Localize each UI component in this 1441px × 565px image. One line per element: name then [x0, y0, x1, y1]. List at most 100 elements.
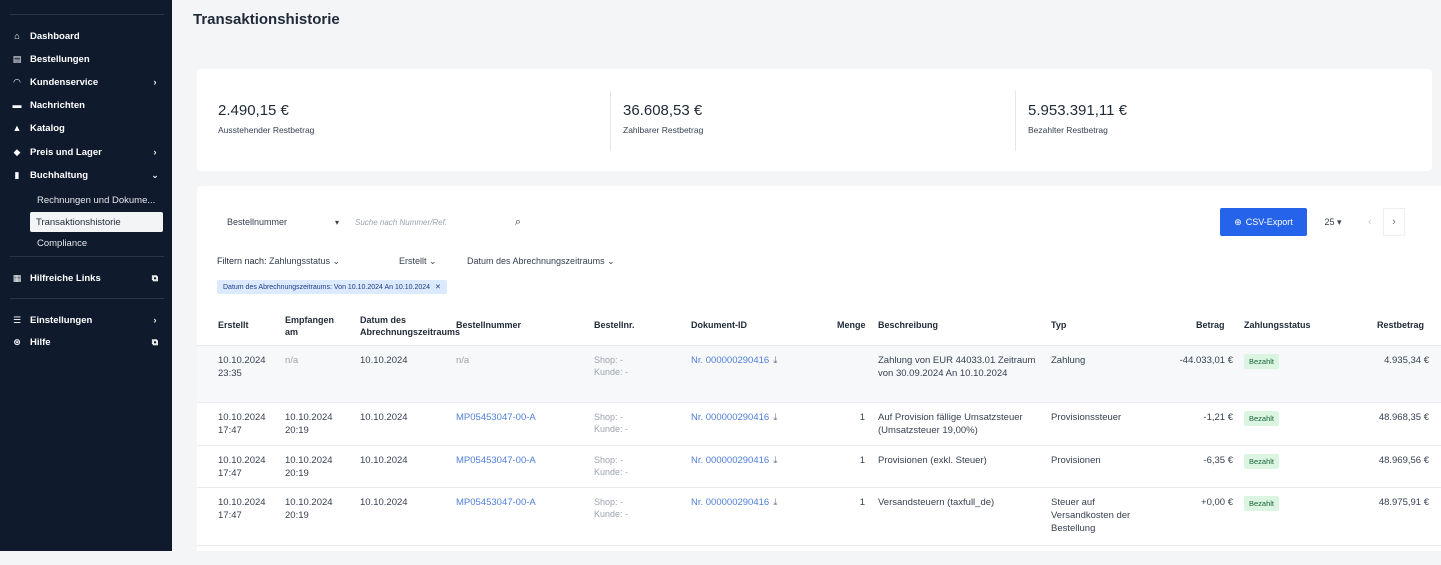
cell-customer: Kunde: - — [594, 424, 629, 434]
cell-billing-date: 10.10.2024 — [360, 412, 408, 423]
sidebar-item-accounting[interactable]: ▮ Buchhaltung ⌄ — [8, 164, 164, 186]
filter-billing-period[interactable]: Datum des Abrechnungszeitraums ⌄ — [467, 256, 615, 267]
cell-billing-date: 10.10.2024 — [360, 455, 408, 466]
cell-document-id[interactable]: Nr. 000000290416 ⤓ — [691, 496, 777, 509]
sidebar-item-label: Hilfreiche Links — [30, 272, 101, 284]
column-header-received[interactable]: Empfangen am — [285, 314, 345, 338]
download-icon[interactable]: ⤓ — [773, 497, 777, 508]
cell-created: 10.10.2024 17:47 — [218, 497, 266, 521]
cell-order-number: n/a — [456, 355, 470, 366]
column-header-payment-status[interactable]: Zahlungsstatus — [1244, 319, 1311, 331]
cell-created: 10.10.2024 17:47 — [218, 412, 266, 436]
sidebar-item-label: Hilfe — [30, 336, 51, 348]
csv-export-label: CSV-Export — [1245, 217, 1293, 227]
chevron-right-icon: › — [153, 147, 157, 157]
cell-customer: Kunde: - — [594, 367, 629, 377]
cell-document-id[interactable]: Nr. 000000290416 ⤓ — [691, 454, 777, 467]
home-icon: ⌂ — [14, 31, 20, 41]
cell-amount: -1,21 € — [1203, 412, 1233, 423]
sidebar-item-label: Buchhaltung — [30, 169, 89, 181]
cell-order-number[interactable]: MP05453047-00-A — [456, 496, 536, 509]
sidebar-item-help[interactable]: ⊛ Hilfe ⧉ — [8, 331, 164, 353]
prev-page-button[interactable]: ‹ — [1359, 208, 1381, 236]
sidebar-subitem-compliance[interactable]: Compliance — [30, 233, 163, 253]
cell-quantity: 1 — [859, 455, 865, 466]
table-row[interactable]: 10.10.2024 17:47 10.10.2024 20:19 10.10.… — [197, 488, 1441, 546]
filter-created[interactable]: Erstellt ⌄ — [399, 256, 437, 267]
column-header-order-no[interactable]: Bestellnr. — [594, 319, 635, 331]
search-input[interactable]: Suche nach Nummer/Ref. ⌕ — [347, 210, 527, 234]
cell-order-number[interactable]: MP05453047-00-A — [456, 454, 536, 467]
cell-type: Zahlung — [1051, 355, 1086, 366]
cell-order-number[interactable]: MP05453047-00-A — [456, 411, 536, 424]
stat-label: Bezahlter Restbetrag — [1028, 125, 1108, 135]
stat-payable: 36.608,53 € Zahlbarer Restbetrag — [623, 102, 703, 135]
close-icon[interactable]: ✕ — [435, 283, 441, 291]
filter-payment-status[interactable]: Zahlungsstatus ⌄ — [269, 256, 340, 267]
search-icon[interactable]: ⌕ — [515, 216, 521, 229]
external-link-icon: ⧉ — [151, 272, 159, 283]
status-badge: Bezahlt — [1244, 496, 1280, 511]
download-icon[interactable]: ⤓ — [773, 412, 777, 423]
sidebar-item-orders[interactable]: ▤ Bestellungen — [8, 48, 164, 70]
stat-divider — [610, 91, 611, 151]
document-link[interactable]: Nr. 000000290416 — [691, 455, 769, 466]
column-header-remaining[interactable]: Restbetrag — [1377, 319, 1424, 331]
column-header-created[interactable]: Erstellt — [218, 319, 249, 331]
sliders-icon: ☰ — [12, 314, 22, 325]
document-link[interactable]: Nr. 000000290416 — [691, 497, 769, 508]
sidebar-item-label: Katalog — [30, 122, 65, 134]
sidebar: ⌂ Dashboard ▤ Bestellungen ◠ Kundenservi… — [0, 0, 172, 551]
status-badge: Bezahlt — [1244, 411, 1280, 426]
cell-received: 10.10.2024 20:19 — [285, 455, 333, 479]
cell-description: Zahlung von EUR 44033.01 Zeitraum von 30… — [878, 355, 1036, 379]
sidebar-item-helpful-links[interactable]: ▦ Hilfreiche Links ⧉ — [8, 267, 164, 289]
sidebar-item-settings[interactable]: ☰ Einstellungen › — [8, 309, 164, 331]
column-header-document-id[interactable]: Dokument-ID — [691, 319, 747, 331]
sidebar-subitem-transaction-history[interactable]: Transaktionshistorie — [30, 212, 163, 232]
external-link-icon: ⧉ — [151, 336, 159, 347]
stat-outstanding: 2.490,15 € Ausstehender Restbetrag — [218, 102, 314, 135]
stat-divider — [1015, 91, 1016, 151]
document-link[interactable]: Nr. 000000290416 — [691, 412, 769, 423]
sidebar-item-label: Dashboard — [30, 30, 80, 42]
table-row[interactable]: 10.10.2024 23:35 n/a 10.10.2024 n/a Shop… — [197, 346, 1441, 403]
balance-summary-card: 2.490,15 € Ausstehender Restbetrag 36.60… — [197, 69, 1432, 171]
stat-label: Zahlbarer Restbetrag — [623, 125, 704, 135]
download-icon[interactable]: ⤓ — [773, 355, 777, 366]
page-size-select[interactable]: 25 ▾ — [1313, 208, 1353, 236]
cell-document-id[interactable]: Nr. 000000290416 ⤓ — [691, 411, 777, 424]
cell-document-id[interactable]: Nr. 000000290416 ⤓ — [691, 354, 777, 367]
search-field-select[interactable]: Bestellnummer ▾ — [217, 210, 347, 234]
table-row[interactable]: 10.10.2024 17:47 10.10.2024 20:19 10.10.… — [197, 446, 1441, 488]
help-icon: ⊛ — [13, 336, 21, 347]
sidebar-item-customer-service[interactable]: ◠ Kundenservice › — [8, 71, 164, 93]
stat-amount: 36.608,53 € — [623, 102, 703, 119]
column-header-billing-date[interactable]: Datum des Abrechnungszeitraums — [360, 314, 460, 338]
cell-remaining: 48.968,35 € — [1378, 412, 1429, 423]
filter-label: Filtern nach: — [217, 256, 267, 266]
cell-created: 10.10.2024 17:47 — [218, 455, 266, 479]
column-header-amount[interactable]: Betrag — [1196, 319, 1225, 331]
cell-type: Provisionssteuer — [1051, 412, 1122, 423]
sidebar-item-catalog[interactable]: ▲ Katalog — [8, 117, 164, 139]
export-icon: ⊕ — [1234, 216, 1242, 227]
next-page-button[interactable]: › — [1383, 208, 1405, 236]
sidebar-item-messages[interactable]: ▬ Nachrichten — [8, 94, 164, 116]
csv-export-button[interactable]: ⊕ CSV-Export — [1220, 208, 1307, 236]
column-header-type[interactable]: Typ — [1051, 319, 1066, 331]
document-link[interactable]: Nr. 000000290416 — [691, 355, 769, 366]
cell-received: 10.10.2024 20:19 — [285, 497, 333, 521]
sidebar-subitem-invoices[interactable]: Rechnungen und Dokume... — [30, 190, 163, 210]
download-icon[interactable]: ⤓ — [773, 455, 777, 466]
stat-amount: 2.490,15 € — [218, 102, 289, 119]
sidebar-item-price-stock[interactable]: ◆ Preis und Lager › — [8, 141, 164, 163]
column-header-quantity[interactable]: Menge — [837, 319, 866, 331]
chevron-down-icon: ⌄ — [151, 169, 159, 180]
column-header-description[interactable]: Beschreibung — [878, 319, 938, 331]
cell-customer: Kunde: - — [594, 509, 629, 519]
sidebar-item-dashboard[interactable]: ⌂ Dashboard — [8, 25, 164, 47]
column-header-order-number[interactable]: Bestellnummer — [456, 319, 521, 331]
orders-icon: ▤ — [12, 53, 22, 64]
table-row[interactable]: 10.10.2024 17:47 10.10.2024 20:19 10.10.… — [197, 403, 1441, 446]
